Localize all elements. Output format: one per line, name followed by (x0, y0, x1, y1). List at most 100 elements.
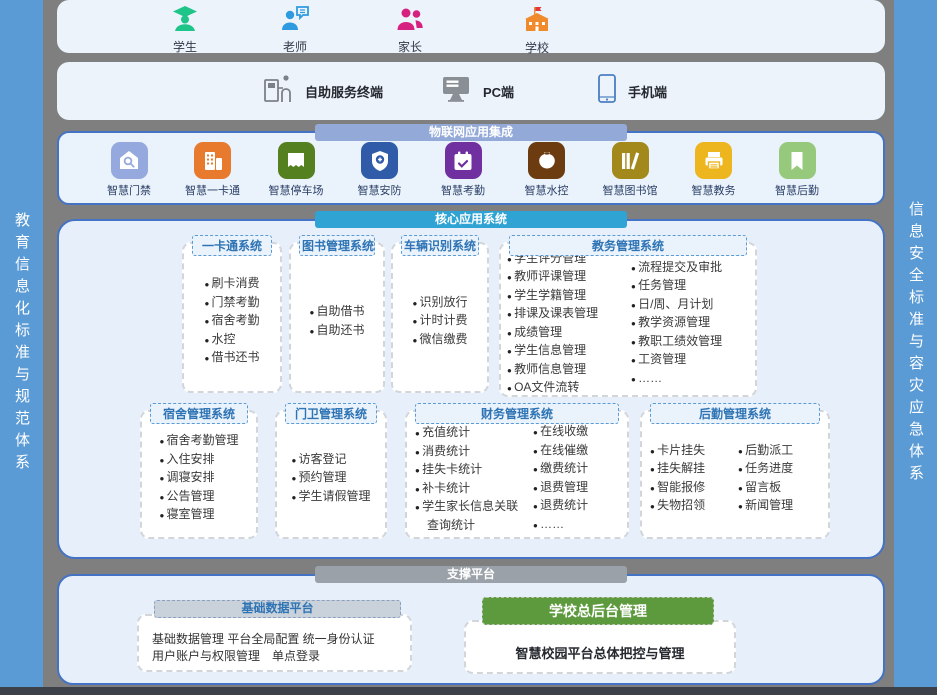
system-item: 排课及课表管理 (507, 305, 625, 324)
system-card: 门卫管理系统访客登记预约管理学生请假管理 (275, 410, 387, 539)
system-item: 教师信息管理 (507, 361, 625, 380)
users-panel: 学生老师家长学校 (57, 0, 885, 53)
system-item: 自助还书 (309, 322, 364, 341)
base-platform-line2: 用户账户与权限管理 单点登录 (152, 648, 397, 665)
system-item-list: 充值统计消费统计挂失卡统计补卡统计学生家长信息关联查询统计 (415, 424, 527, 533)
attendance-icon (445, 142, 482, 179)
base-data-platform-card: 基础数据管理 平台全局配置 统一身份认证 用户账户与权限管理 单点登录 (137, 614, 412, 672)
system-item: 补卡统计 (415, 480, 527, 499)
system-item: 访客登记 (291, 451, 370, 470)
user-item-parents: 家长 (367, 5, 453, 55)
iot-label: 智慧图书馆 (603, 182, 658, 198)
system-item-list: 访客登记预约管理学生请假管理 (291, 451, 370, 507)
system-item: 日/周、月计划 (631, 296, 749, 315)
parents-icon (395, 5, 425, 37)
core-section-header: 核心应用系统 (315, 211, 627, 228)
iot-item-onecard: 智慧一卡通 (173, 142, 253, 198)
system-item: 挂失卡统计 (415, 461, 527, 480)
bottom-strip (0, 687, 937, 695)
system-item: …… (631, 370, 749, 389)
door-access-icon (111, 142, 148, 179)
core-systems-panel: 一卡通系统刷卡消费门禁考勤宿舍考勤水控借书还书图书管理系统自助借书自助还书车辆识… (57, 219, 885, 559)
system-item: 留言板 (738, 479, 820, 498)
system-card-title: 车辆识别系统 (401, 235, 479, 256)
system-item: …… (533, 516, 619, 535)
iot-item-parking: 智慧停车场 (256, 142, 336, 198)
system-item: 任务进度 (738, 460, 820, 479)
system-item-list: 识别放行计时计费微信缴费 (412, 294, 467, 350)
system-item: 水控 (204, 331, 259, 350)
iot-label: 智慧停车场 (269, 182, 324, 198)
system-item: 微信缴费 (412, 331, 467, 350)
water-icon (528, 142, 565, 179)
user-item-school: 学校 (494, 5, 580, 56)
system-card: 财务管理系统充值统计消费统计挂失卡统计补卡统计学生家长信息关联查询统计在线收缴在… (405, 410, 629, 539)
student-icon (170, 5, 200, 37)
system-item: 新闻管理 (738, 497, 820, 516)
system-item: 退费统计 (533, 497, 619, 516)
support-section-header: 支撑平台 (315, 566, 627, 583)
system-card-title: 图书管理系统 (299, 235, 375, 256)
system-item: 任务管理 (631, 277, 749, 296)
system-item: 教学资源管理 (631, 314, 749, 333)
user-label: 学生 (173, 38, 197, 55)
right-sidebar-label: 信息安全标准与容灾应急体系 (905, 201, 926, 487)
iot-label: 智慧后勤 (775, 182, 819, 198)
terminals-panel: 自助服务终端PC端手机端 (57, 62, 885, 120)
pc-icon (440, 75, 474, 108)
system-card-title: 门卫管理系统 (285, 403, 377, 424)
system-item-list: 学生评分管理教师评课管理学生学籍管理排课及课表管理成绩管理学生信息管理教师信息管… (507, 250, 625, 398)
system-item: 学生家长信息关联查询统计 (415, 498, 527, 533)
terminal-label: 手机端 (628, 82, 667, 101)
system-item: 卡片挂失 (650, 442, 732, 461)
system-item-list: 宿舍考勤管理入住安排调寝安排公告管理寝室管理 (159, 432, 238, 525)
system-card: 图书管理系统自助借书自助还书 (289, 242, 385, 393)
system-item: 刷卡消费 (204, 275, 259, 294)
system-card: 教务管理系统学生评分管理教师评课管理学生学籍管理排课及课表管理成绩管理学生信息管… (499, 242, 757, 397)
system-item-list: 自助借书自助还书 (309, 303, 364, 340)
system-card-body: 卡片挂失挂失解挂智能报修失物招领后勤派工任务进度留言板新闻管理 (642, 412, 828, 537)
system-item: 门禁考勤 (204, 294, 259, 313)
system-item: 预约管理 (291, 469, 370, 488)
base-data-platform-title: 基础数据平台 (154, 600, 401, 618)
iot-label: 智慧一卡通 (185, 182, 240, 198)
phone-icon (595, 73, 619, 109)
iot-item-library: 智慧图书馆 (590, 142, 670, 198)
system-item: 消费统计 (415, 443, 527, 462)
system-card-title: 财务管理系统 (415, 403, 619, 424)
terminal-item-kiosk: 自助服务终端 (262, 75, 383, 107)
iot-panel: 智慧门禁智慧一卡通智慧停车场智慧安防智慧考勤智慧水控智慧图书馆智慧教务智慧后勤 (57, 131, 885, 205)
iot-label: 智慧考勤 (441, 182, 485, 198)
system-card-title: 教务管理系统 (509, 235, 747, 256)
system-item: 学生信息管理 (507, 342, 625, 361)
system-card-title: 一卡通系统 (192, 235, 272, 256)
system-card-body: 宿舍考勤管理入住安排调寝安排公告管理寝室管理 (142, 412, 256, 537)
system-item: 后勤派工 (738, 442, 820, 461)
iot-item-academic: 智慧教务 (674, 142, 754, 198)
left-sidebar: 教育信息化标准与规范体系 (0, 0, 43, 688)
terminal-item-phone: 手机端 (595, 75, 667, 107)
system-item-list: 卡片挂失挂失解挂智能报修失物招领 (650, 442, 732, 516)
iot-item-water: 智慧水控 (507, 142, 587, 198)
system-item: 教师评课管理 (507, 268, 625, 287)
system-card-body: 充值统计消费统计挂失卡统计补卡统计学生家长信息关联查询统计在线收缴在线催缴缴费统… (407, 412, 627, 537)
system-card-title: 宿舍管理系统 (150, 403, 248, 424)
system-item: 宿舍考勤管理 (159, 432, 238, 451)
system-item-list: 后勤派工任务进度留言板新闻管理 (738, 442, 820, 516)
user-label: 家长 (398, 38, 422, 55)
system-item: 学生学籍管理 (507, 287, 625, 306)
system-item: 入住安排 (159, 451, 238, 470)
left-sidebar-label: 教育信息化标准与规范体系 (11, 212, 32, 476)
user-label: 学校 (525, 39, 549, 56)
iot-item-logistics: 智慧后勤 (757, 142, 837, 198)
system-card-body: 访客登记预约管理学生请假管理 (277, 412, 385, 537)
system-item: 退费管理 (533, 479, 619, 498)
system-item-list: 流程提交及审批任务管理日/周、月计划教学资源管理教职工绩效管理工资管理…… (631, 259, 749, 389)
school-admin-desc: 智慧校园平台总体把控与管理 (466, 622, 734, 672)
system-item: 宿舍考勤 (204, 312, 259, 331)
system-card-body: 自助借书自助还书 (291, 244, 383, 391)
user-item-student: 学生 (142, 5, 228, 55)
logistics-icon (779, 142, 816, 179)
system-item-list: 在线收缴在线催缴缴费统计退费管理退费统计…… (533, 423, 619, 534)
iot-item-door-access: 智慧门禁 (89, 142, 169, 198)
